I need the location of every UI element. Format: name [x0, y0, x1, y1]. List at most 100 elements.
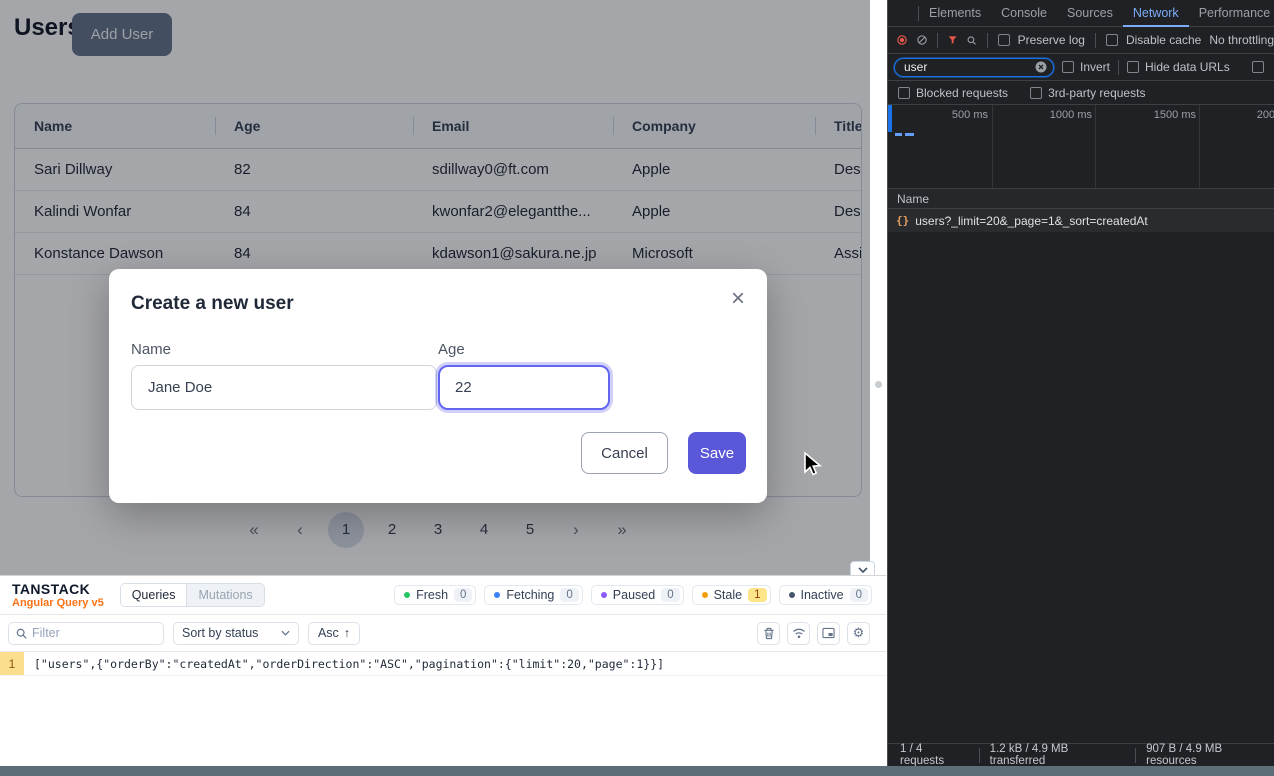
tab-performance[interactable]: Performance	[1189, 0, 1274, 27]
tanstack-actions: ⚙	[757, 622, 870, 645]
sort-order-button[interactable]: Asc ↑	[308, 622, 360, 645]
badge-inactive[interactable]: Inactive 0	[779, 585, 873, 605]
throttling-select[interactable]: No throttling	[1209, 33, 1274, 47]
close-icon[interactable]: ×	[731, 287, 745, 311]
badge-fresh[interactable]: Fresh 0	[394, 585, 476, 605]
offline-toggle-button[interactable]	[787, 622, 810, 645]
disable-cache-checkbox[interactable]	[1106, 34, 1118, 46]
fetch-request-icon: {}	[896, 214, 909, 227]
badge-count: 0	[850, 588, 868, 602]
gear-icon: ⚙	[853, 625, 865, 641]
name-field[interactable]	[131, 365, 437, 410]
invert-checkbox[interactable]	[1062, 61, 1074, 73]
tab-mutations[interactable]: Mutations	[187, 584, 263, 606]
request-name: users?_limit=20&_page=1&_sort=createdAt	[915, 214, 1147, 228]
timeline-tick: 500 ms	[888, 109, 988, 121]
clear-network-log-icon[interactable]	[917, 33, 927, 47]
more-filters-checkbox[interactable]	[1252, 61, 1264, 73]
invert-label[interactable]: Invert	[1080, 60, 1110, 74]
third-party-requests-checkbox[interactable]	[1030, 87, 1042, 99]
sort-select-value: Sort by status	[182, 626, 258, 640]
clear-filter-icon[interactable]	[1035, 61, 1047, 73]
network-filter-input[interactable]	[904, 60, 1035, 74]
badge-count: 0	[454, 588, 472, 602]
name-field-label: Name	[131, 341, 171, 358]
chevron-down-icon	[858, 567, 868, 573]
wifi-icon	[792, 627, 806, 639]
trash-icon	[763, 627, 775, 640]
network-timeline-overview[interactable]: 500 ms 1000 ms 1500 ms 2000 ms	[888, 105, 1274, 189]
cancel-button[interactable]: Cancel	[581, 432, 668, 474]
screen: Users Add User Name Age Email Company Ti…	[0, 0, 1274, 776]
clear-cache-button[interactable]	[757, 622, 780, 645]
paused-dot-icon	[601, 592, 607, 598]
network-filter-box	[894, 58, 1054, 77]
search-icon[interactable]	[967, 34, 976, 47]
badge-label: Paused	[613, 588, 655, 602]
badge-label: Inactive	[801, 588, 844, 602]
network-status-bar: 1 / 4 requests 1.2 kB / 4.9 MB transferr…	[888, 743, 1274, 766]
preserve-log-checkbox[interactable]	[998, 34, 1010, 46]
age-field-label: Age	[438, 341, 465, 358]
fresh-dot-icon	[404, 592, 410, 598]
timeline-selection-handle[interactable]	[888, 105, 892, 132]
network-filter-bar-2: Blocked requests 3rd-party requests	[888, 81, 1274, 105]
devtools-tab-bar: Elements Console Sources Network Perform…	[888, 0, 1274, 27]
query-observer-count: 1	[0, 652, 24, 675]
badge-count: 0	[560, 588, 578, 602]
timeline-tick: 1000 ms	[992, 109, 1092, 121]
window-bottom-edge	[0, 766, 1274, 776]
network-request-row[interactable]: {} users?_limit=20&_page=1&_sort=created…	[888, 209, 1274, 232]
tab-sources[interactable]: Sources	[1057, 0, 1123, 27]
scrollbar-thumb[interactable]	[875, 381, 882, 388]
disable-cache-label[interactable]: Disable cache	[1126, 33, 1201, 47]
tanstack-header: TANSTACK Angular Query v5 Queries Mutati…	[0, 576, 886, 615]
badge-label: Stale	[714, 588, 743, 602]
query-list-item[interactable]: 1 ["users",{"orderBy":"createdAt","order…	[0, 652, 886, 676]
timeline-tick: 2000 ms	[1199, 109, 1274, 121]
preserve-log-label[interactable]: Preserve log	[1018, 33, 1085, 47]
picture-in-picture-icon	[822, 627, 835, 639]
create-user-modal: Create a new user × Name Age Cancel Save	[109, 269, 767, 503]
tanstack-logo-title: TANSTACK	[12, 582, 104, 597]
badge-fetching[interactable]: Fetching 0	[484, 585, 582, 605]
age-field[interactable]	[438, 365, 610, 410]
third-party-requests-label[interactable]: 3rd-party requests	[1048, 86, 1145, 100]
record-network-log-icon[interactable]	[897, 33, 907, 47]
requests-name-column-header[interactable]: Name	[888, 189, 1274, 209]
badge-stale[interactable]: Stale 1	[692, 585, 771, 605]
blocked-requests-label[interactable]: Blocked requests	[916, 86, 1008, 100]
tab-queries[interactable]: Queries	[121, 584, 188, 606]
pip-mode-button[interactable]	[817, 622, 840, 645]
sort-select[interactable]: Sort by status	[173, 622, 299, 645]
chevron-down-icon	[281, 630, 290, 636]
fetching-dot-icon	[494, 592, 500, 598]
query-filter-box	[8, 622, 164, 645]
arrow-up-icon: ↑	[344, 626, 350, 640]
badge-count: 0	[661, 588, 679, 602]
tab-elements[interactable]: Elements	[919, 0, 991, 27]
filter-icon[interactable]	[948, 34, 957, 46]
timeline-request-bar	[895, 133, 902, 136]
tab-network[interactable]: Network	[1123, 0, 1189, 27]
badge-label: Fetching	[506, 588, 554, 602]
chrome-devtools-panel: Elements Console Sources Network Perform…	[887, 0, 1274, 776]
network-toolbar: Preserve log Disable cache No throttling	[888, 27, 1274, 54]
transferred-summary: 1.2 kB / 4.9 MB transferred	[990, 743, 1125, 767]
settings-button[interactable]: ⚙	[847, 622, 870, 645]
inactive-dot-icon	[789, 592, 795, 598]
timeline-tick: 1500 ms	[1096, 109, 1196, 121]
request-list-empty-area	[888, 232, 1274, 743]
hide-data-urls-label[interactable]: Hide data URLs	[1145, 60, 1230, 74]
query-filter-input[interactable]	[32, 626, 150, 640]
badge-label: Fresh	[416, 588, 448, 602]
hide-data-urls-checkbox[interactable]	[1127, 61, 1139, 73]
tanstack-filter-row: Sort by status Asc ↑	[0, 615, 886, 652]
tab-console[interactable]: Console	[991, 0, 1057, 27]
blocked-requests-checkbox[interactable]	[898, 87, 910, 99]
tanstack-tab-group: Queries Mutations	[120, 583, 265, 607]
modal-title: Create a new user	[131, 293, 294, 315]
network-filter-bar: Invert Hide data URLs	[888, 54, 1274, 81]
save-button[interactable]: Save	[688, 432, 746, 474]
badge-paused[interactable]: Paused 0	[591, 585, 684, 605]
